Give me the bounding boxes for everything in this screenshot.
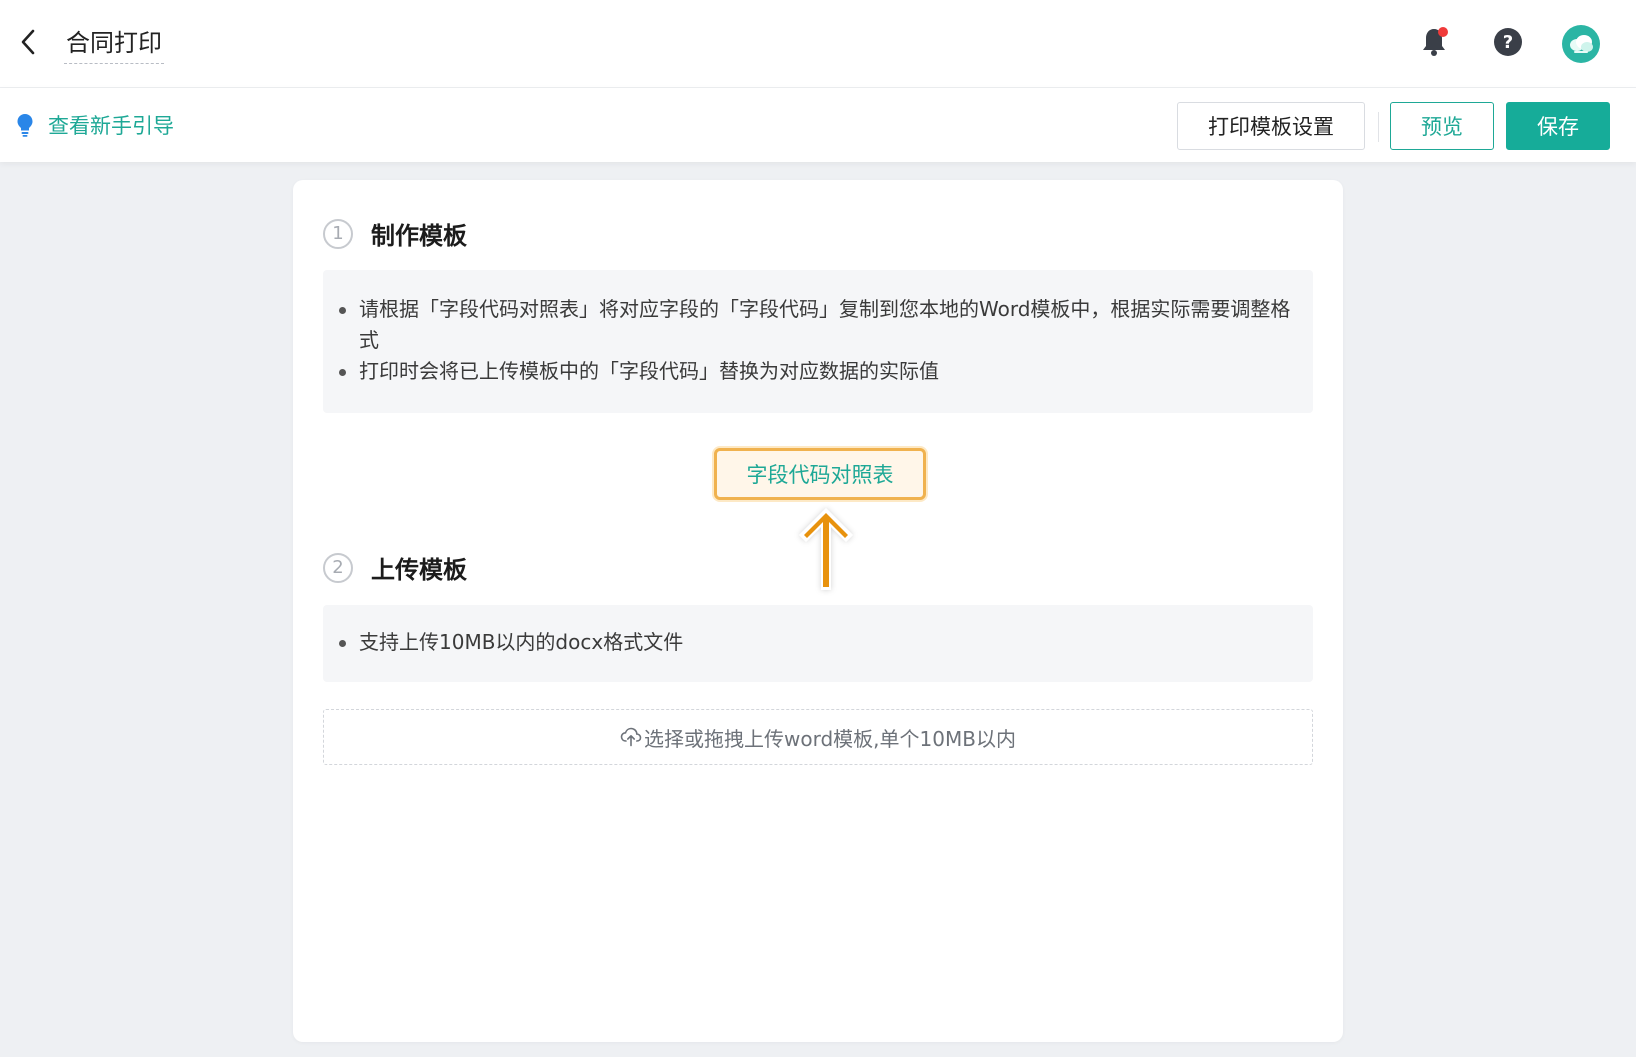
arrow-up-icon (799, 508, 853, 590)
back-button[interactable] (12, 24, 44, 60)
upload-dropzone[interactable]: 选择或拖拽上传word模板,单个10MB以内 (323, 709, 1313, 765)
page-title: 合同打印 (64, 24, 164, 64)
step-number: 1 (323, 218, 353, 249)
step-make-template: 1 制作模板 (323, 216, 467, 251)
toolbar: 查看新手引导 打印模板设置 预览 保存 (0, 88, 1636, 162)
step-title: 上传模板 (371, 556, 467, 584)
save-button[interactable]: 保存 (1506, 102, 1610, 150)
cloud-logo-icon (1570, 35, 1593, 53)
upload-template-instructions: 支持上传10MB以内的docx格式文件 (323, 605, 1313, 682)
avatar[interactable] (1562, 25, 1600, 63)
lightbulb-icon (17, 114, 33, 137)
notifications-button[interactable] (1416, 24, 1452, 60)
guide-label: 查看新手引导 (48, 114, 174, 138)
help-button[interactable]: ? (1490, 24, 1526, 60)
cloud-upload-icon (620, 727, 642, 747)
top-header: 合同打印 ? (0, 0, 1636, 88)
notification-dot (1438, 27, 1448, 37)
instruction-item: 打印时会将已上传模板中的「字段代码」替换为对应数据的实际值 (339, 356, 1293, 387)
help-icon: ? (1494, 28, 1522, 56)
chevron-left-icon (21, 29, 35, 55)
instruction-item: 请根据「字段代码对照表」将对应字段的「字段代码」复制到您本地的Word模板中，根… (339, 294, 1293, 356)
template-card: 1 制作模板 请根据「字段代码对照表」将对应字段的「字段代码」复制到您本地的Wo… (293, 180, 1343, 1042)
guide-link[interactable]: 查看新手引导 (16, 110, 174, 140)
upload-label: 选择或拖拽上传word模板,单个10MB以内 (644, 726, 1016, 751)
step-title: 制作模板 (371, 222, 467, 250)
step-upload-template: 2 上传模板 (323, 550, 467, 585)
print-template-settings-button[interactable]: 打印模板设置 (1177, 102, 1365, 150)
preview-button[interactable]: 预览 (1390, 102, 1494, 150)
make-template-instructions: 请根据「字段代码对照表」将对应字段的「字段代码」复制到您本地的Word模板中，根… (323, 270, 1313, 413)
step-number: 2 (323, 552, 353, 583)
toolbar-divider (1378, 112, 1379, 142)
field-code-table-button[interactable]: 字段代码对照表 (714, 448, 926, 500)
instruction-item: 支持上传10MB以内的docx格式文件 (339, 627, 1293, 658)
